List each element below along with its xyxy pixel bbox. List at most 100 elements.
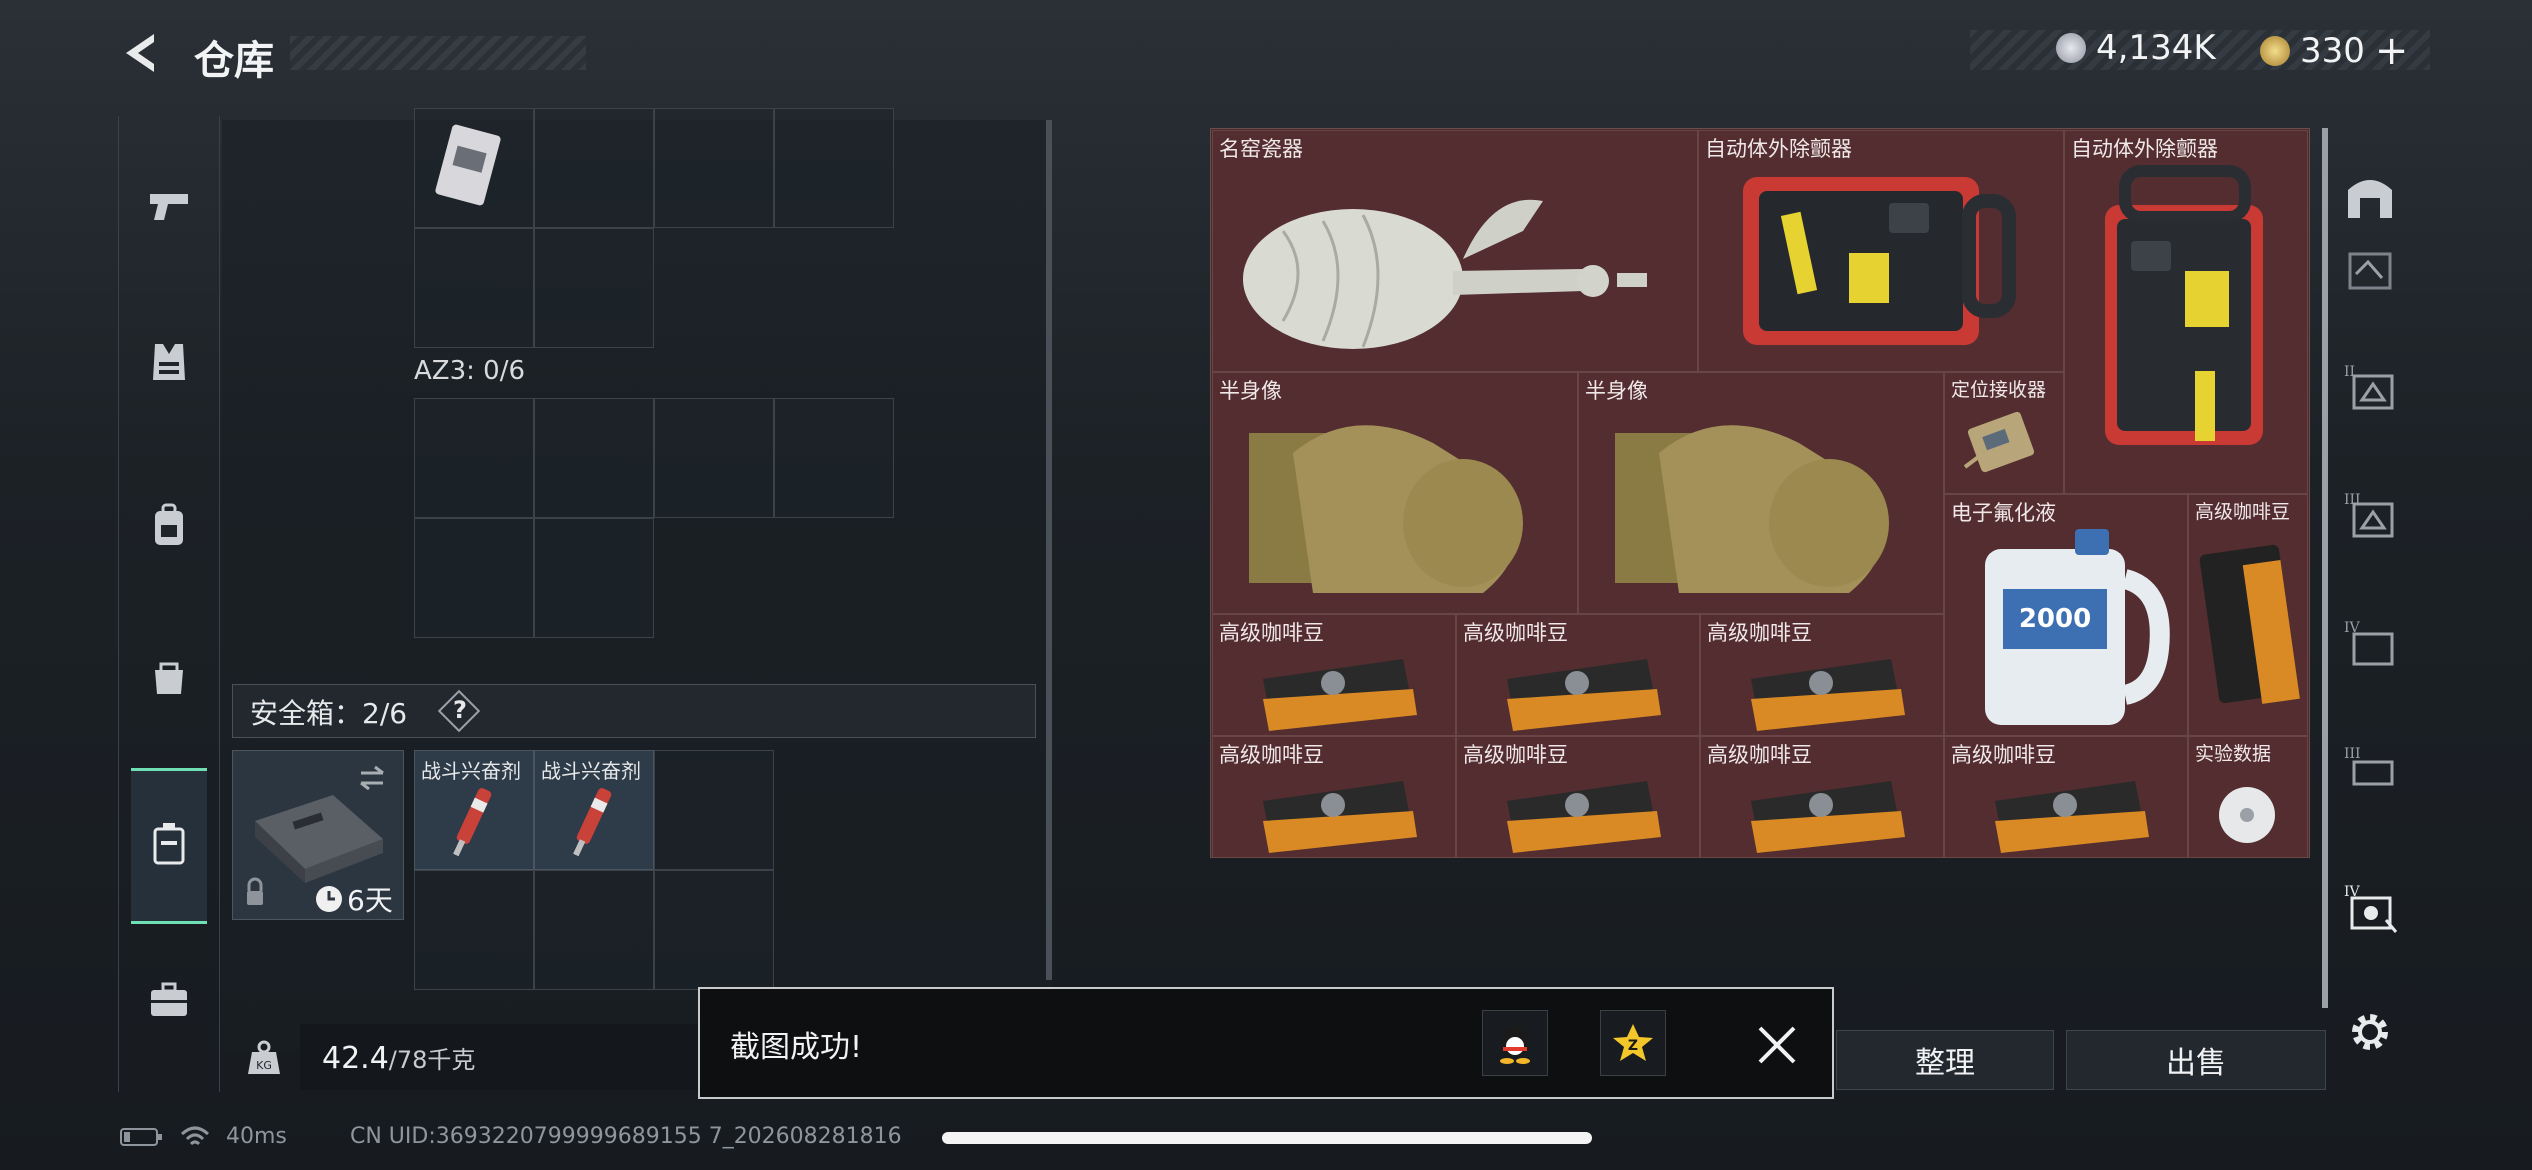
storage-item[interactable]: 高级咖啡豆 — [1944, 736, 2188, 858]
coffee-beans-icon — [1263, 781, 1417, 853]
home-indicator[interactable] — [942, 1132, 1592, 1144]
toast-message: 截图成功! — [730, 1030, 863, 1065]
sidebar-backpack[interactable] — [139, 496, 199, 556]
porcelain-vase-icon — [1243, 199, 1647, 349]
storage-tab-IV-icon[interactable]: IV — [2342, 616, 2398, 672]
grid-slot[interactable] — [414, 108, 534, 228]
safebox-item[interactable]: 战斗兴奋剂 — [534, 750, 654, 870]
add-currency-button[interactable]: + — [2375, 28, 2409, 74]
storage-home-icon[interactable] — [2342, 168, 2398, 224]
az3-slot[interactable] — [534, 398, 654, 518]
pistol-icon — [150, 194, 188, 220]
storage-item[interactable]: 高级咖啡豆 — [1212, 614, 1456, 736]
stimulant-injector-icon — [453, 788, 492, 857]
currency-gold-value: 330 — [2300, 31, 2365, 71]
storage-tab-IV-b-icon[interactable]: IV — [2342, 880, 2398, 936]
back-arrow-icon[interactable] — [118, 30, 164, 76]
storage-item[interactable]: 名窑瓷器 — [1212, 130, 1698, 372]
az3-slot[interactable] — [414, 518, 534, 638]
sidebar-pouch[interactable] — [139, 646, 199, 706]
page-title: 仓库 — [194, 38, 274, 84]
az3-slot[interactable] — [534, 518, 654, 638]
storage-tab-icon[interactable] — [2342, 244, 2398, 300]
storage-item[interactable]: 定位接收器 — [1944, 372, 2064, 494]
storage-item[interactable]: 实验数据 — [2188, 736, 2308, 858]
svg-text:KG: KG — [256, 1059, 272, 1072]
storage-tab-III-b-icon[interactable]: III — [2342, 742, 2398, 798]
az3-slot[interactable] — [654, 398, 774, 518]
settings-gear-icon[interactable] — [2342, 1004, 2398, 1060]
storage-item[interactable]: 高级咖啡豆 — [1456, 614, 1700, 736]
pouch-icon — [155, 662, 183, 694]
sort-button[interactable]: 整理 — [1836, 1030, 2054, 1090]
sidebar-armor[interactable] — [139, 332, 199, 392]
safebox-item[interactable]: 战斗兴奋剂 — [414, 750, 534, 870]
briefcase-icon — [151, 982, 187, 1016]
item-label: 实验数据 — [2195, 743, 2272, 765]
safebox-icon — [153, 823, 185, 865]
currency-gold[interactable]: 330 + — [2260, 28, 2408, 74]
storage-item[interactable]: 电子氟化液 2000 — [1944, 494, 2188, 736]
close-icon[interactable] — [1756, 1024, 1798, 1066]
storage-item[interactable]: 自动体外除颤器 — [2064, 130, 2308, 494]
storage-item[interactable]: 高级咖啡豆 — [1700, 736, 1944, 858]
safebox-slot-empty[interactable] — [654, 870, 774, 990]
az3-slot[interactable] — [774, 398, 894, 518]
gold-coin-icon — [2260, 36, 2290, 66]
storage-item[interactable]: 高级咖啡豆 — [1212, 736, 1456, 858]
weight-display: 42.4/78千克 — [322, 1040, 475, 1076]
aed-icon — [1743, 177, 2016, 345]
help-icon-text: ? — [453, 696, 467, 724]
safebox-slot[interactable]: 6天 — [232, 750, 404, 920]
sell-button[interactable]: 出售 — [2066, 1030, 2326, 1090]
safebox-slot-empty[interactable] — [654, 750, 774, 870]
left-scrollbar[interactable] — [1046, 120, 1052, 980]
category-sidebar — [118, 116, 220, 1092]
coffee-beans-icon — [1751, 781, 1905, 853]
qzone-star-icon: Z — [1613, 1024, 1653, 1061]
safebox-label: 安全箱：2/6 — [250, 697, 408, 730]
grid-slot[interactable] — [534, 108, 654, 228]
item-label: 自动体外除颤器 — [2071, 137, 2218, 161]
title-decoration — [290, 36, 586, 70]
currency-silver-value: 4,134K — [2096, 28, 2216, 68]
svg-text:III: III — [2344, 492, 2361, 508]
aed-icon — [2105, 165, 2263, 445]
bust-statue-icon — [1615, 425, 1889, 593]
safebox-slot-empty[interactable] — [534, 870, 654, 990]
grid-slot[interactable] — [774, 108, 894, 228]
storage-item[interactable]: 半身像 — [1212, 372, 1578, 614]
storage-item[interactable]: 高级咖啡豆 — [1456, 736, 1700, 858]
fluid-jug-icon: 2000 — [1985, 529, 2170, 725]
stimulant-injector-icon — [573, 788, 612, 857]
weight-max: /78千克 — [388, 1046, 476, 1074]
storage-tab-II-icon[interactable]: II — [2342, 360, 2398, 416]
receiver-icon — [1963, 411, 2035, 473]
currency-silver: 4,134K — [2056, 28, 2216, 68]
item-label: 高级咖啡豆 — [2195, 501, 2291, 523]
storage-tab-III-icon[interactable]: III — [2342, 488, 2398, 544]
coffee-beans-icon — [1751, 659, 1905, 731]
coffee-beans-icon — [1507, 659, 1661, 731]
share-qzone-button[interactable]: Z — [1600, 1010, 1666, 1076]
weight-icon: KG — [248, 1040, 280, 1074]
grid-slot[interactable] — [414, 228, 534, 348]
az3-slot[interactable] — [414, 398, 534, 518]
silver-coin-icon — [2056, 33, 2086, 63]
storage-item[interactable]: 高级咖啡豆 — [1700, 614, 1944, 736]
safebox-slot-empty[interactable] — [414, 870, 534, 990]
vest-icon — [153, 344, 185, 380]
grid-slot[interactable] — [654, 108, 774, 228]
sidebar-weapons[interactable] — [139, 176, 199, 236]
storage-item[interactable]: 自动体外除颤器 — [1698, 130, 2064, 372]
svg-text:III: III — [2344, 746, 2361, 762]
storage-item[interactable]: 高级咖啡豆 — [2188, 494, 2308, 736]
sidebar-briefcase[interactable] — [139, 970, 199, 1030]
coffee-beans-icon — [2199, 544, 2300, 704]
grid-slot[interactable] — [534, 228, 654, 348]
data-disc-icon — [2219, 787, 2275, 843]
sidebar-safebox[interactable] — [139, 814, 199, 874]
weight-current: 42.4 — [322, 1041, 389, 1076]
share-qq-button[interactable] — [1482, 1010, 1548, 1076]
storage-item[interactable]: 半身像 — [1578, 372, 1944, 614]
